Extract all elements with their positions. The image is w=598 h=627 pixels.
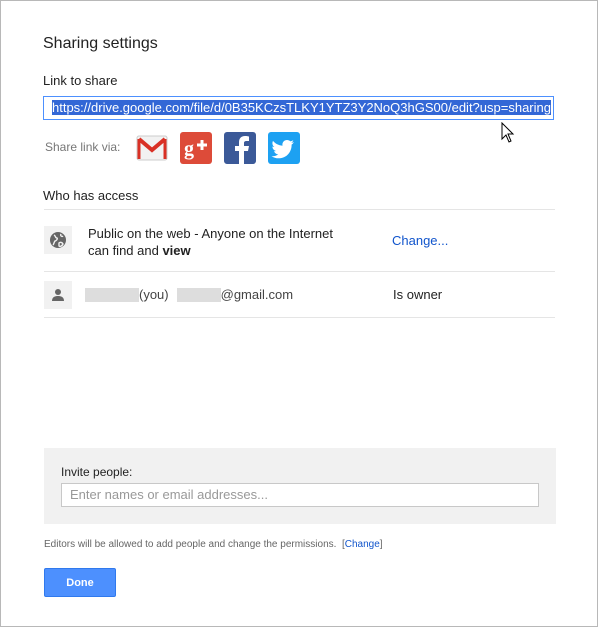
editors-permission-note: Editors will be allowed to add people an… <box>44 539 383 550</box>
dialog-title: Sharing settings <box>43 35 158 52</box>
divider <box>44 209 555 210</box>
view-permission: view <box>162 243 191 258</box>
change-visibility-link[interactable]: Change... <box>392 233 448 248</box>
invite-people-label: Invite people: <box>61 465 133 479</box>
owner-entry: (you) @gmail.com <box>85 287 293 302</box>
redacted-name <box>85 287 139 302</box>
person-icon <box>44 281 72 309</box>
you-label: (you) <box>139 287 169 302</box>
svg-text:g: g <box>184 138 194 160</box>
link-to-share-label: Link to share <box>43 73 118 88</box>
twitter-icon[interactable] <box>268 132 300 164</box>
public-access-line1: Public on the web - Anyone on the Intern… <box>88 226 334 241</box>
redacted-email <box>176 287 221 302</box>
gmail-icon[interactable] <box>136 132 168 164</box>
done-button[interactable]: Done <box>44 568 116 597</box>
owner-role: Is owner <box>393 287 443 302</box>
email-domain: @gmail.com <box>220 287 294 302</box>
invite-panel: Invite people: Enter names or email addr… <box>44 448 556 524</box>
divider <box>44 271 555 272</box>
change-permissions-link[interactable]: Change <box>345 539 380 550</box>
facebook-icon[interactable] <box>224 132 256 164</box>
share-link-text: https://drive.google.com/file/d/0B35KCzs… <box>52 100 551 115</box>
who-has-access-heading: Who has access <box>43 188 139 203</box>
public-access-description: Public on the web - Anyone on the Intern… <box>88 225 333 259</box>
share-via-label: Share link via: <box>45 140 121 154</box>
sharing-settings-dialog: Sharing settings Link to share https://d… <box>0 0 598 627</box>
divider <box>44 317 555 318</box>
mouse-cursor-icon <box>501 122 515 143</box>
public-access-line2: can find and view <box>88 243 191 258</box>
share-link-field[interactable]: https://drive.google.com/file/d/0B35KCzs… <box>43 96 554 120</box>
invite-people-input[interactable]: Enter names or email addresses... <box>61 483 539 507</box>
globe-icon <box>44 226 72 254</box>
google-plus-icon[interactable]: g <box>180 132 212 164</box>
